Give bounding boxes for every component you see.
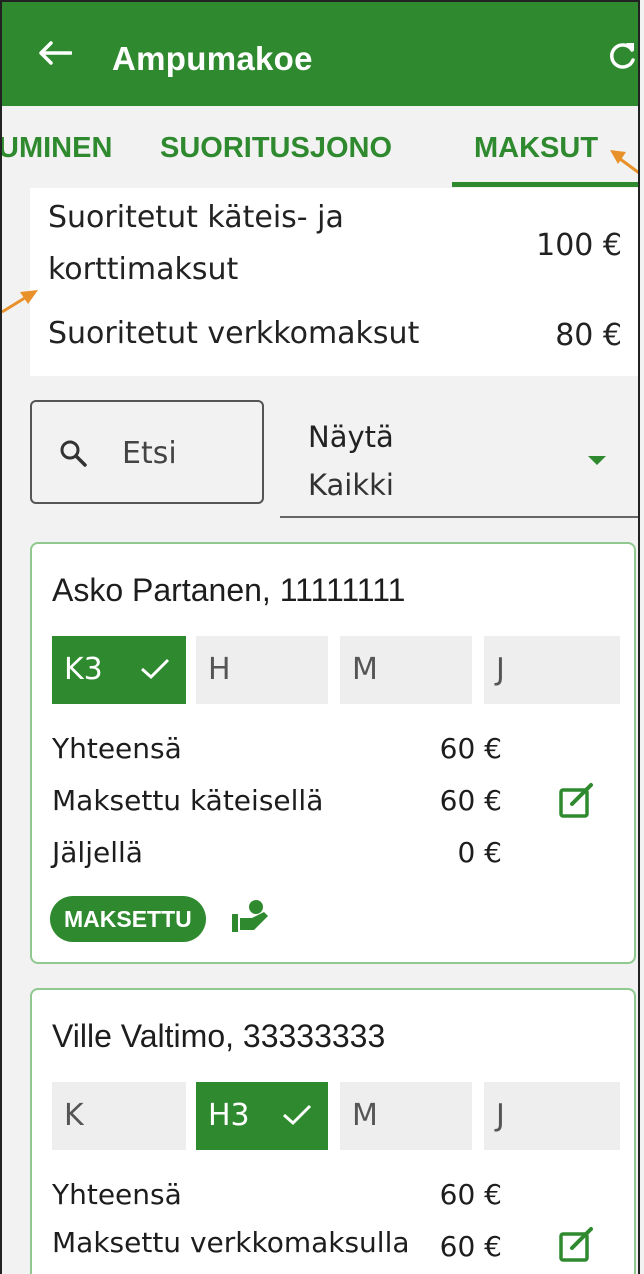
search-input[interactable]: Etsi — [30, 400, 264, 504]
annotation-arrow-icon — [610, 150, 638, 174]
chip-series-j[interactable]: J — [484, 636, 620, 704]
online-payments-label: Suoritetut verkkomaksut — [48, 316, 420, 351]
paid-value: 60 € — [439, 1230, 502, 1263]
app-screen: Ampumakoe UMINEN SUORITUSJONO MAKSUT Suo… — [0, 0, 640, 1274]
page-title: Ampumakoe — [112, 40, 313, 77]
participant-card: Asko Partanen, 11111111 K3 H M J Yhteens… — [30, 542, 636, 964]
total-value: 60 € — [439, 732, 502, 765]
cash-card-payments-value: 100 € — [536, 228, 622, 263]
status-badge: MAKSETTU — [50, 896, 206, 942]
chip-series-m[interactable]: M — [340, 636, 472, 704]
search-placeholder: Etsi — [122, 436, 177, 471]
total-value: 60 € — [439, 1178, 502, 1211]
cash-payment-icon — [232, 900, 268, 932]
dropdown-caret-icon — [588, 456, 606, 465]
cash-card-payments-label: Suoritetut käteis- ja korttimaksut — [48, 200, 344, 287]
chip-series-k[interactable]: K — [52, 1082, 186, 1150]
active-tab-indicator — [452, 182, 638, 187]
tab-bar: UMINEN SUORITUSJONO MAKSUT — [2, 106, 638, 188]
tab-payments[interactable]: MAKSUT — [474, 132, 598, 165]
chip-series-h[interactable]: H3 — [196, 1082, 328, 1150]
paid-value: 60 € — [439, 784, 502, 817]
payment-summary: Suoritetut käteis- ja korttimaksut 100 €… — [30, 188, 638, 376]
paid-label: Maksettu käteisellä — [52, 784, 324, 817]
annotation-arrow-icon — [2, 290, 38, 314]
chip-series-h[interactable]: H — [196, 636, 328, 704]
check-icon — [283, 1104, 312, 1126]
search-icon — [60, 440, 87, 467]
edit-icon[interactable] — [558, 782, 596, 820]
refresh-icon[interactable] — [606, 40, 638, 72]
total-label: Yhteensä — [52, 1178, 182, 1211]
online-payments-value: 80 € — [555, 318, 622, 353]
edit-icon[interactable] — [558, 1226, 596, 1264]
remaining-value: 0 € — [457, 836, 502, 869]
participant-card: Ville Valtimo, 33333333 K H3 M J Yhteens… — [30, 988, 636, 1274]
total-label: Yhteensä — [52, 732, 182, 765]
tab-registration[interactable]: UMINEN — [2, 132, 112, 165]
filter-label: Näytä — [308, 420, 394, 454]
app-bar: Ampumakoe — [2, 2, 638, 106]
chip-series-k[interactable]: K3 — [52, 636, 186, 704]
tab-queue[interactable]: SUORITUSJONO — [160, 132, 392, 165]
back-arrow-icon[interactable] — [38, 40, 72, 66]
remaining-label: Jäljellä — [52, 836, 143, 869]
participant-name: Asko Partanen, 11111111 — [52, 572, 406, 608]
check-icon — [141, 658, 170, 680]
paid-label: Maksettu verkkomaksulla — [52, 1226, 410, 1259]
filter-value: Kaikki — [308, 468, 394, 502]
participant-name: Ville Valtimo, 33333333 — [52, 1018, 386, 1054]
show-filter-dropdown[interactable]: Näytä Kaikki — [280, 406, 638, 518]
chip-series-j[interactable]: J — [484, 1082, 620, 1150]
chip-series-m[interactable]: M — [340, 1082, 472, 1150]
